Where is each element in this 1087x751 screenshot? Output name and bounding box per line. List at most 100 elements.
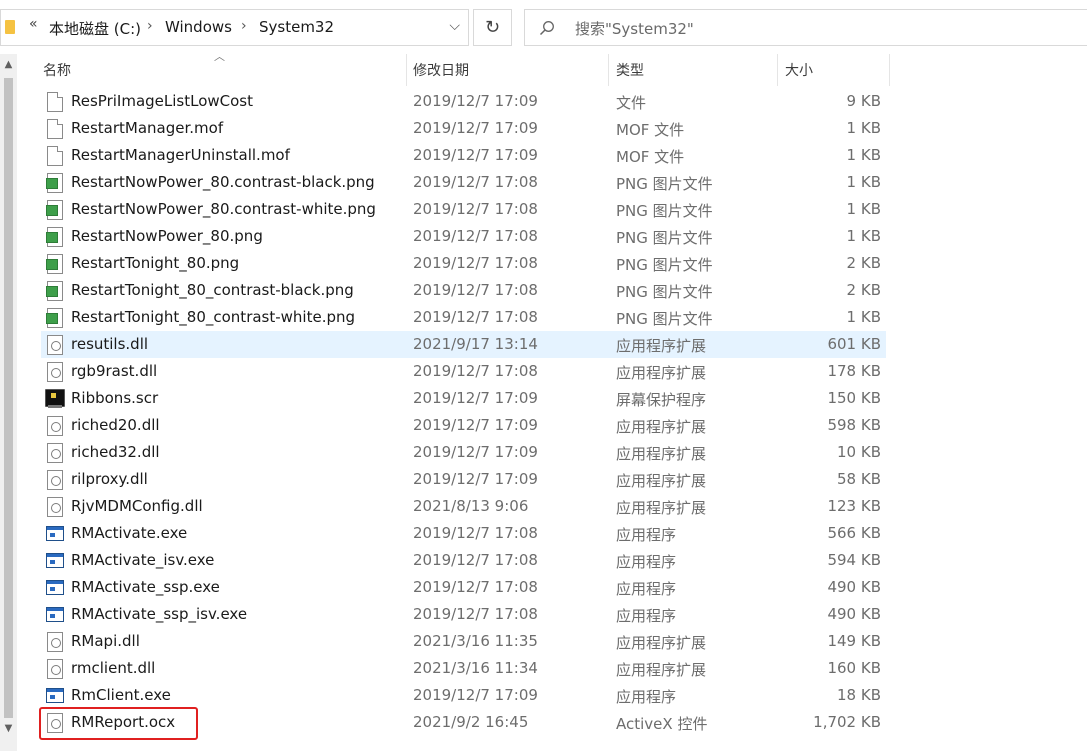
search-input[interactable]: 搜索"System32" xyxy=(524,9,1087,46)
file-type: PNG 图片文件 xyxy=(616,229,713,247)
file-type: 应用程序 xyxy=(616,580,677,598)
file-type: 应用程序扩展 xyxy=(616,499,707,517)
chevron-down-icon[interactable]: ⌵ xyxy=(449,18,460,34)
file-row[interactable]: rmclient.dll 2021/3/16 11:34 应用程序扩展 160 KB xyxy=(41,655,886,682)
file-name: RestartNowPower_80.contrast-white.png xyxy=(71,200,376,218)
file-name: rilproxy.dll xyxy=(71,470,148,488)
file-modified-date: 2019/12/7 17:09 xyxy=(413,416,538,434)
file-size: 150 KB xyxy=(827,389,881,407)
file-row[interactable]: RMActivate_isv.exe 2019/12/7 17:08 应用程序 594… xyxy=(41,547,886,574)
breadcrumb-overflow-button[interactable]: « xyxy=(29,16,38,32)
file-type: PNG 图片文件 xyxy=(616,175,713,193)
file-size: 566 KB xyxy=(827,524,881,542)
file-row[interactable]: RestartManager.mof 2019/12/7 17:09 MOF 文件 1… xyxy=(41,115,886,142)
file-type: 应用程序扩展 xyxy=(616,418,707,436)
file-icon xyxy=(47,119,63,139)
dll-icon xyxy=(47,335,63,355)
file-row[interactable]: RestartTonight_80_contrast-black.png 2019… xyxy=(41,277,886,304)
file-size: 601 KB xyxy=(827,335,881,353)
refresh-button[interactable]: ↻ xyxy=(473,9,512,46)
file-modified-date: 2019/12/7 17:08 xyxy=(413,227,538,245)
png-icon xyxy=(46,173,63,193)
file-row[interactable]: RjvMDMConfig.dll 2021/8/13 9:06 应用程序扩展 123 … xyxy=(41,493,886,520)
breadcrumb-separator[interactable]: › xyxy=(241,18,247,34)
file-name: RMActivate.exe xyxy=(71,524,188,542)
file-name: rmclient.dll xyxy=(71,659,156,677)
breadcrumb-separator[interactable]: › xyxy=(147,18,153,34)
file-row[interactable]: riched20.dll 2019/12/7 17:09 应用程序扩展 598 KB xyxy=(41,412,886,439)
file-name: riched20.dll xyxy=(71,416,160,434)
png-icon xyxy=(46,281,63,301)
file-name: RestartNowPower_80.contrast-black.png xyxy=(71,173,375,191)
file-type: 应用程序 xyxy=(616,526,677,544)
file-type: 应用程序 xyxy=(616,607,677,625)
file-row[interactable]: rilproxy.dll 2019/12/7 17:09 应用程序扩展 58 KB xyxy=(41,466,886,493)
file-row[interactable]: RestartNowPower_80.contrast-black.png 201… xyxy=(41,169,886,196)
file-name: rgb9rast.dll xyxy=(71,362,158,380)
file-row[interactable]: ResPriImageListLowCost 2019/12/7 17:09 文件 9… xyxy=(41,88,886,115)
file-modified-date: 2019/12/7 17:09 xyxy=(413,389,538,407)
dll-icon xyxy=(47,443,63,463)
file-size: 598 KB xyxy=(827,416,881,434)
file-row[interactable]: RestartManagerUninstall.mof 2019/12/7 17:… xyxy=(41,142,886,169)
dll-icon xyxy=(47,497,63,517)
file-type: PNG 图片文件 xyxy=(616,310,713,328)
column-header-size[interactable]: 大小 xyxy=(785,56,885,86)
file-modified-date: 2019/12/7 17:08 xyxy=(413,605,538,623)
file-modified-date: 2019/12/7 17:09 xyxy=(413,443,538,461)
file-name: RMActivate_ssp.exe xyxy=(71,578,220,596)
file-row[interactable]: RMActivate.exe 2019/12/7 17:08 应用程序 566 KB xyxy=(41,520,886,547)
scroll-up-icon[interactable]: ▲ xyxy=(0,56,17,73)
column-header-date[interactable]: 修改日期 xyxy=(413,56,603,86)
file-type: 应用程序 xyxy=(616,688,677,706)
file-row[interactable]: RestartNowPower_80.png 2019/12/7 17:08 PNG… xyxy=(41,223,886,250)
file-row[interactable]: riched32.dll 2019/12/7 17:09 应用程序扩展 10 KB xyxy=(41,439,886,466)
breadcrumb-windows[interactable]: Windows xyxy=(165,18,232,36)
file-row[interactable]: RMActivate_ssp_isv.exe 2019/12/7 17:08 应用程… xyxy=(41,601,886,628)
scroll-down-icon[interactable]: ▼ xyxy=(0,720,17,737)
file-size: 594 KB xyxy=(827,551,881,569)
file-size: 1 KB xyxy=(846,119,881,137)
file-row[interactable]: RmClient.exe 2019/12/7 17:09 应用程序 18 KB xyxy=(41,682,886,709)
file-row[interactable]: RMActivate_ssp.exe 2019/12/7 17:08 应用程序 490… xyxy=(41,574,886,601)
exe-icon xyxy=(46,526,64,541)
dll-icon xyxy=(47,362,63,382)
column-header-type[interactable]: 类型 xyxy=(616,56,771,86)
column-divider[interactable] xyxy=(608,54,609,86)
file-row[interactable]: resutils.dll 2021/9/17 13:14 应用程序扩展 601 KB xyxy=(41,331,886,358)
file-modified-date: 2019/12/7 17:08 xyxy=(413,173,538,191)
png-icon xyxy=(46,308,63,328)
file-row[interactable]: RestartNowPower_80.contrast-white.png 201… xyxy=(41,196,886,223)
vertical-scrollbar[interactable]: ▲ ▼ xyxy=(0,54,17,751)
file-size: 18 KB xyxy=(837,686,881,704)
file-size: 178 KB xyxy=(827,362,881,380)
file-size: 2 KB xyxy=(846,254,881,272)
column-divider[interactable] xyxy=(777,54,778,86)
file-modified-date: 2019/12/7 17:08 xyxy=(413,254,538,272)
file-row[interactable]: RestartTonight_80.png 2019/12/7 17:08 PNG … xyxy=(41,250,886,277)
breadcrumb-system32[interactable]: System32 xyxy=(259,18,334,36)
column-divider[interactable] xyxy=(406,54,407,86)
file-row[interactable]: rgb9rast.dll 2019/12/7 17:08 应用程序扩展 178 KB xyxy=(41,358,886,385)
file-row[interactable]: Ribbons.scr 2019/12/7 17:09 屏幕保护程序 150 KB xyxy=(41,385,886,412)
file-row[interactable]: RMapi.dll 2021/3/16 11:35 应用程序扩展 149 KB xyxy=(41,628,886,655)
address-bar[interactable]: « 本地磁盘 (C:) › Windows › System32 ⌵ xyxy=(0,9,469,46)
file-size: 1 KB xyxy=(846,227,881,245)
file-size: 2 KB xyxy=(846,281,881,299)
file-row[interactable]: RestartTonight_80_contrast-white.png 2019… xyxy=(41,304,886,331)
column-divider[interactable] xyxy=(889,54,890,86)
file-name: RMActivate_ssp_isv.exe xyxy=(71,605,248,623)
breadcrumb-local-disk[interactable]: 本地磁盘 (C:) xyxy=(49,18,141,39)
file-type: 应用程序扩展 xyxy=(616,634,707,652)
file-size: 10 KB xyxy=(837,443,881,461)
column-header-name[interactable]: 名称 xyxy=(43,56,405,86)
file-type: ActiveX 控件 xyxy=(616,715,708,733)
file-modified-date: 2019/12/7 17:08 xyxy=(413,578,538,596)
file-modified-date: 2019/12/7 17:08 xyxy=(413,308,538,326)
scrollbar-thumb[interactable] xyxy=(4,78,13,718)
file-type: 应用程序扩展 xyxy=(616,661,707,679)
file-type: 应用程序扩展 xyxy=(616,364,707,382)
file-size: 149 KB xyxy=(827,632,881,650)
file-size: 1,702 KB xyxy=(813,713,881,731)
file-type: 应用程序扩展 xyxy=(616,445,707,463)
